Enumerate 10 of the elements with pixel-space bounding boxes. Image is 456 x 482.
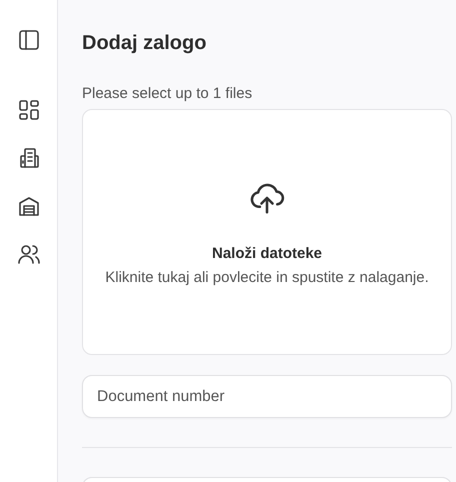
page-title: Dodaj zalogo	[82, 31, 208, 56]
upload-hint: Please select up to 1 files	[82, 85, 254, 103]
input-field[interactable]: Document number	[82, 375, 452, 418]
sidebar-toggle-icon[interactable]	[16, 28, 40, 52]
warehouse-icon[interactable]	[16, 194, 40, 218]
upload-description: Kliknite tukaj ali povlecite in spustite z nalaganje.	[105, 268, 429, 288]
users-icon[interactable]	[16, 242, 40, 266]
upload-dropzone[interactable]: Naloži datoteke Kliknite tukaj ali povlecite in spustite z nalaganje.	[82, 109, 452, 355]
dashboard-icon[interactable]	[16, 98, 40, 122]
upload-title: Naloži datoteke	[212, 244, 322, 264]
